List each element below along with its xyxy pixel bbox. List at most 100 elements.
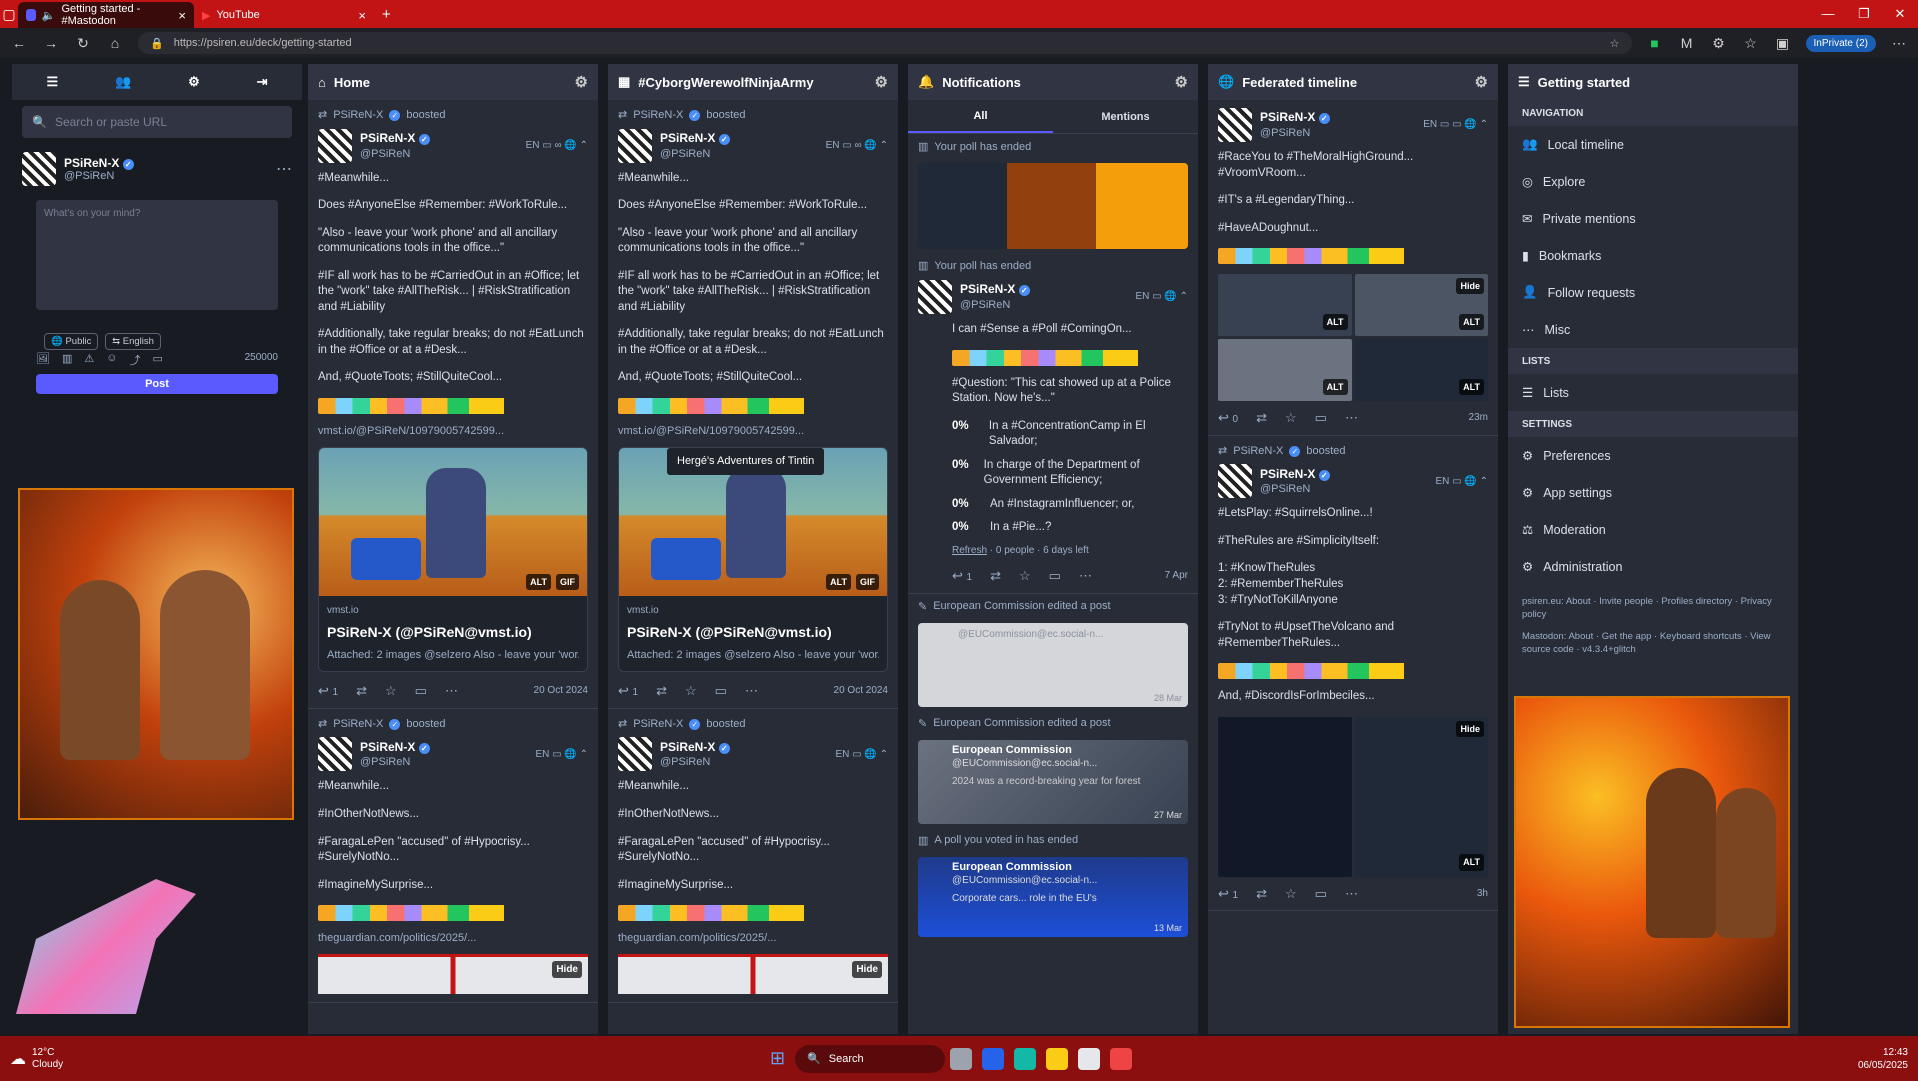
media-item[interactable]: ALT (1218, 339, 1352, 402)
bookmark-button[interactable]: ▭ (1315, 885, 1327, 903)
hide-media-button[interactable]: Hide (1456, 278, 1484, 295)
gear-icon[interactable]: ⚙ (1475, 73, 1488, 91)
avatar[interactable] (318, 128, 352, 163)
collections-icon[interactable]: ▣ (1774, 35, 1792, 52)
image-icon[interactable]: 🖼 (36, 352, 50, 368)
forward-icon[interactable]: → (42, 35, 60, 51)
nav-private-mentions[interactable]: ✉ Private mentions (1508, 200, 1798, 237)
more-button[interactable]: ⋯ (1079, 567, 1092, 585)
notification-preview[interactable] (918, 163, 1188, 249)
close-icon[interactable]: × (358, 8, 366, 23)
extension-icon[interactable]: ■ (1646, 35, 1664, 51)
boost-button[interactable]: ⇄ (356, 682, 367, 700)
nav-moderation[interactable]: ⚖ Moderation (1508, 511, 1798, 548)
warning-icon[interactable]: ⚠ (84, 352, 94, 368)
preview-card[interactable]: ALT GIF vmst.io PSiReN-X (@PSiReN@vmst.i… (318, 446, 588, 673)
windows-start-icon[interactable]: ⊞ (770, 1048, 785, 1069)
alt-badge[interactable]: ALT (1459, 378, 1484, 396)
status-date[interactable]: 3h (1477, 887, 1488, 901)
boost-button[interactable]: ⇄ (656, 682, 667, 700)
logout-icon[interactable]: ⇥ (257, 74, 268, 90)
people-icon[interactable]: 👥 (115, 74, 131, 90)
bookmark-icon[interactable]: ▭ (152, 352, 162, 368)
close-icon[interactable]: × (178, 8, 186, 23)
more-button[interactable]: ⋯ (1345, 885, 1358, 903)
gear-icon[interactable]: ⚙ (1175, 73, 1188, 91)
emoji-icon[interactable]: ☺ (106, 352, 117, 368)
status-author[interactable]: PSiReN-X ✓ @PSiReN EN ▭ 🌐 ⌃ (1218, 464, 1488, 499)
browser-menu-icon[interactable]: ▢ (0, 6, 18, 23)
federated-header[interactable]: 🌐 Federated timeline ⚙ (1208, 64, 1498, 100)
gear-icon[interactable]: ⚙ (575, 73, 588, 91)
status-author[interactable]: PSiReN-X ✓ @PSiReN EN ▭ 🌐 ⌃ (918, 280, 1188, 314)
minimize-icon[interactable]: — (1810, 6, 1846, 22)
status-author[interactable]: PSiReN-X ✓ @PSiReN EN ▭ 🌐 ⌃ (318, 737, 588, 772)
hide-media-button[interactable]: Hide (552, 960, 582, 979)
store-icon[interactable] (1078, 1047, 1101, 1070)
tab-all[interactable]: All (908, 101, 1053, 133)
poll-status[interactable]: PSiReN-X ✓ @PSiReN EN ▭ 🌐 ⌃ I can #Sense … (908, 278, 1198, 594)
poll-refresh-link[interactable]: Refresh (952, 545, 987, 556)
status-date[interactable]: 20 Oct 2024 (834, 684, 888, 698)
status-date[interactable]: 23m (1469, 411, 1488, 425)
boost-button[interactable]: ⇄ (990, 567, 1001, 585)
preferences-icon[interactable]: ⚙ (188, 74, 200, 90)
favorite-star-icon[interactable]: ☆ (1610, 37, 1620, 50)
taskbar-clock[interactable]: 12:43 06/05/2025 (1858, 1046, 1908, 1072)
avatar[interactable] (22, 152, 56, 186)
tab-youtube[interactable]: ▶ YouTube × (194, 2, 374, 28)
more-icon[interactable]: ⋯ (276, 159, 292, 179)
hide-media-button[interactable]: Hide (1456, 720, 1484, 737)
bookmark-button[interactable]: ▭ (1049, 567, 1061, 585)
profile-card[interactable]: PSiReN-X ✓ @PSiReN ⋯ (22, 152, 292, 186)
more-button[interactable]: ⋯ (445, 682, 458, 700)
status-post[interactable]: PSiReN-X ✓ @PSiReN EN ▭ ▭ 🌐 ⌃ #RaceYou to… (1208, 100, 1498, 436)
favourite-button[interactable]: ☆ (685, 682, 697, 700)
status-author[interactable]: PSiReN-X ✓ @PSiReN EN ▭ 🌐 ⌃ (618, 737, 888, 772)
post-button[interactable]: Post (36, 374, 278, 394)
notification-preview[interactable]: European Commission @EUCommission@ec.soc… (918, 739, 1188, 824)
favourite-button[interactable]: ☆ (1285, 885, 1297, 903)
boost-button[interactable]: ⇄ (1256, 409, 1267, 427)
status-author[interactable]: PSiReN-X ✓ @PSiReN EN ▭ ∞ 🌐 ⌃ (618, 128, 888, 163)
booster-name[interactable]: PSiReN-X (333, 108, 383, 123)
speaker-icon[interactable]: 🔈 (42, 9, 56, 22)
nav-bookmarks[interactable]: ▮ Bookmarks (1508, 237, 1798, 274)
hashtag-header[interactable]: ▦ #CyborgWerewolfNinjaArmy ⚙ (608, 64, 898, 100)
card-image[interactable]: ALT GIF (319, 447, 587, 596)
media-item[interactable]: ALT (1218, 274, 1352, 337)
alt-badge[interactable]: ALT (1322, 313, 1348, 331)
boost-button[interactable]: ⇄ (1256, 885, 1267, 903)
status-post[interactable]: ⇄ PSiReN-X ✓ boosted PSiReN-X ✓ @PSiReN EN ▭… (608, 100, 898, 709)
nav-follow-requests[interactable]: 👤 Follow requests (1508, 274, 1798, 311)
refresh-icon[interactable]: ↻ (74, 35, 92, 52)
gear-icon[interactable]: ⚙ (875, 73, 888, 91)
more-button[interactable]: ⋯ (745, 682, 758, 700)
bookmark-button[interactable]: ▭ (415, 682, 427, 700)
favourite-button[interactable]: ☆ (385, 682, 397, 700)
more-icon[interactable]: ⋯ (1890, 35, 1908, 52)
alt-badge[interactable]: ALT (826, 573, 851, 590)
extension-icon[interactable]: M (1678, 35, 1696, 51)
inprivate-badge[interactable]: InPrivate (2) (1805, 34, 1876, 52)
status-post[interactable]: ⇄ PSiReN-X ✓ boosted PSiReN-X ✓ @PSiReN EN ▭… (308, 100, 598, 709)
mastodon-links[interactable]: Mastodon: About · Get the app · Keyboard… (1522, 630, 1784, 657)
reply-button[interactable]: ↩ 1 (618, 682, 638, 700)
alt-badge[interactable]: ALT (526, 573, 551, 590)
home-icon[interactable]: ⌂ (106, 35, 124, 51)
media-preview[interactable]: Hide (318, 953, 588, 994)
hide-media-button[interactable]: Hide (852, 960, 882, 979)
compose-textarea[interactable]: What's on your mind? 🌐 Public ⇆ English (36, 200, 278, 350)
poll-icon[interactable]: ▥ (62, 352, 72, 368)
status-link[interactable]: vmst.io/@PSiReN/10979005742599... (618, 424, 888, 439)
back-icon[interactable]: ← (10, 35, 28, 51)
media-item[interactable]: Hide ALT (1354, 274, 1488, 337)
weather-widget[interactable]: 12°C Cloudy (32, 1047, 63, 1071)
status-author[interactable]: PSiReN-X ✓ @PSiReN EN ▭ ∞ 🌐 ⌃ (318, 128, 588, 163)
notification-preview[interactable]: European Commission @EUCommission@ec.soc… (918, 856, 1188, 937)
taskbar-search[interactable]: 🔍 Search (795, 1044, 946, 1073)
status-post[interactable]: ⇄ PSiReN-X ✓ boosted PSiReN-X ✓ @PSiReN EN ▭… (608, 709, 898, 1003)
nav-misc[interactable]: ⋯ Misc (1508, 311, 1798, 348)
bookmark-button[interactable]: ▭ (1315, 409, 1327, 427)
media-item[interactable] (1218, 716, 1352, 877)
